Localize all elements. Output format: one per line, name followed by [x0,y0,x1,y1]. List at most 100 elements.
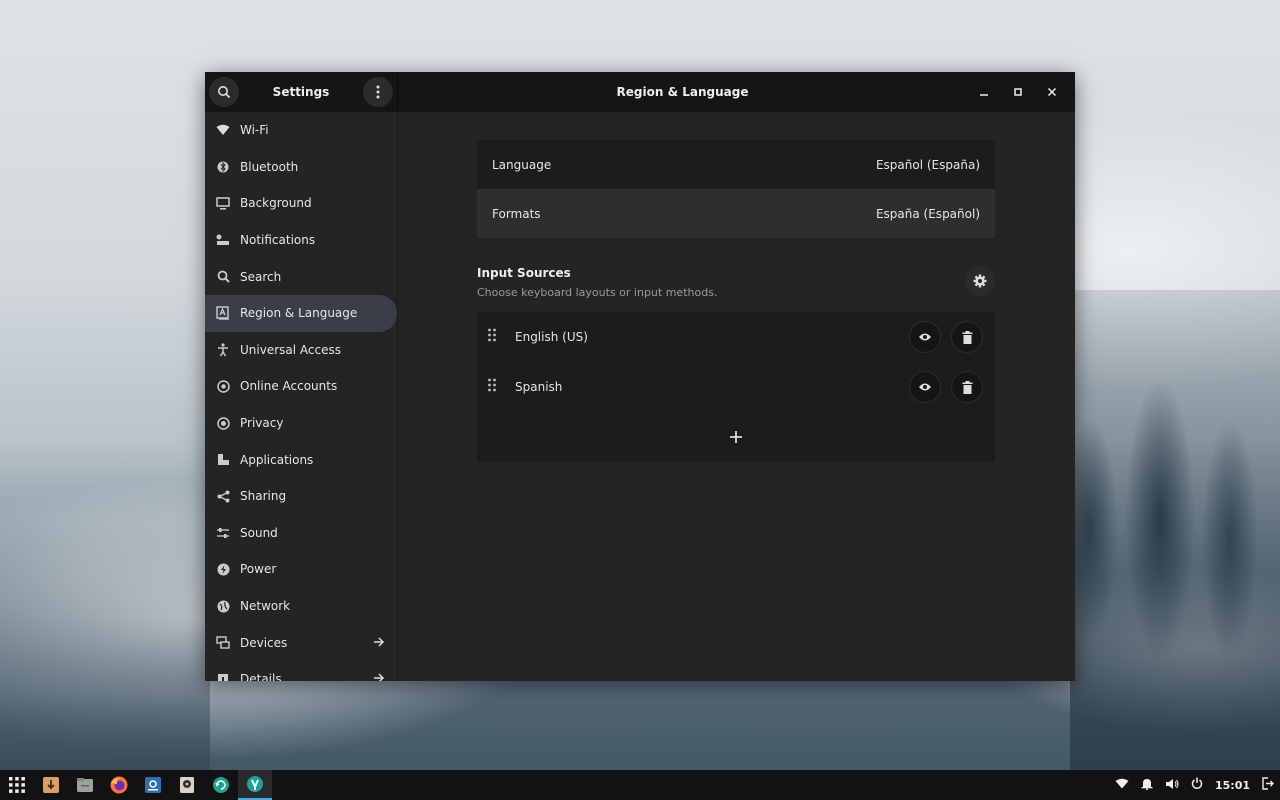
sidebar-item-details[interactable]: Details [205,661,397,681]
sharing-icon [215,488,231,504]
taskbar-app-disk[interactable] [170,770,204,800]
sidebar-item-notifications[interactable]: Notifications [205,222,397,259]
sidebar-item-background[interactable]: Background [205,185,397,222]
sidebar-item-label: Bluetooth [240,159,299,174]
arrow-right-icon [373,636,385,650]
sidebar-item-wifi[interactable]: Wi-Fi [205,112,397,149]
sidebar-item-sound[interactable]: Sound [205,515,397,552]
minimize-button[interactable] [967,77,1001,107]
sidebar-item-label: Details [240,672,282,681]
add-input-source-button[interactable] [477,412,995,462]
sidebar-item-devices[interactable]: Devices [205,624,397,661]
sidebar-item-label: Notifications [240,233,316,248]
online-accounts-icon [215,378,231,394]
sidebar-item-online-accounts[interactable]: Online Accounts [205,368,397,405]
trash-icon [962,330,972,344]
sidebar: Wi-Fi Bluetooth Background Notifications… [205,112,398,681]
taskbar-app-downloader[interactable] [34,770,68,800]
close-button[interactable] [1035,77,1069,107]
kebab-menu-icon [376,85,380,99]
preview-button[interactable] [909,371,941,403]
wallpaper-fog [0,520,210,770]
input-source-label: English (US) [515,330,588,344]
sidebar-item-power[interactable]: Power [205,551,397,588]
trash-icon [962,380,972,394]
language-row[interactable]: Language Español (España) [477,140,995,189]
accessibility-icon [215,342,231,358]
taskbar-app-update[interactable] [204,770,238,800]
sidebar-item-label: Search [240,269,282,284]
sidebar-item-sharing[interactable]: Sharing [205,478,397,515]
sidebar-item-label: Privacy [240,416,284,431]
sidebar-item-label: Wi-Fi [240,123,269,138]
window-controls [967,77,1069,107]
search-button[interactable] [209,77,239,107]
menu-button[interactable] [363,77,393,107]
power-icon [215,561,231,577]
search-icon [215,269,231,285]
taskbar-app-software[interactable] [136,770,170,800]
sidebar-item-label: Region & Language [240,306,358,321]
power-status-icon[interactable] [1191,777,1203,793]
sidebar-item-label: Background [240,196,312,211]
display-icon [215,195,231,211]
system-tray: 15:01 [1115,770,1280,800]
close-icon [1047,87,1057,97]
input-sources-title: Input Sources [477,266,571,280]
volume-icon[interactable] [1165,778,1179,793]
input-source-row[interactable]: Spanish [477,362,995,412]
sidebar-item-applications[interactable]: Applications [205,441,397,478]
sidebar-item-network[interactable]: Network [205,588,397,625]
gear-icon [973,274,987,288]
firefox-icon [110,776,128,794]
sidebar-item-label: Network [240,599,291,614]
taskbar-app-firefox[interactable] [102,770,136,800]
settings-icon [247,776,263,792]
input-source-row[interactable]: English (US) [477,312,995,362]
notifications-bell-icon[interactable] [1141,777,1153,793]
sidebar-item-bluetooth[interactable]: Bluetooth [205,149,397,186]
remove-button[interactable] [951,371,983,403]
region-card: Language Español (España) Formats España… [477,140,995,238]
sound-icon [215,525,231,541]
sidebar-header: Settings [205,72,398,112]
search-icon [218,86,231,99]
sidebar-item-label: Applications [240,452,314,467]
wallpaper-forest [1070,290,1280,770]
input-sources-options-button[interactable] [965,266,995,296]
input-source-label: Spanish [515,380,563,394]
sidebar-item-privacy[interactable]: Privacy [205,405,397,442]
maximize-button[interactable] [1001,77,1035,107]
remove-button[interactable] [951,321,983,353]
taskbar: 15:01 [0,770,1280,800]
drag-handle-icon[interactable] [487,378,499,396]
eye-icon [919,333,931,341]
sidebar-item-label: Power [240,562,277,577]
details-icon [215,671,231,681]
main-content: Language Español (España) Formats España… [399,112,1075,681]
sidebar-item-label: Sharing [240,489,287,504]
logout-icon[interactable] [1262,777,1274,793]
language-label: Language [492,157,552,172]
taskbar-app-files[interactable] [68,770,102,800]
bluetooth-icon [215,159,231,175]
region-icon [215,305,231,321]
sidebar-item-search[interactable]: Search [205,258,397,295]
devices-icon [215,635,231,651]
clock[interactable]: 15:01 [1215,779,1250,792]
sidebar-title: Settings [272,85,330,99]
drag-handle-icon[interactable] [487,328,499,346]
formats-row[interactable]: Formats España (Español) [477,189,995,238]
sidebar-item-label: Online Accounts [240,379,338,394]
settings-window: Settings Region & Language Wi-Fi Bluetoo… [205,72,1075,681]
sidebar-item-universal-access[interactable]: Universal Access [205,332,397,369]
app-grid-button[interactable] [0,770,34,800]
preview-button[interactable] [909,321,941,353]
sidebar-item-label: Sound [240,525,278,540]
taskbar-app-settings[interactable] [238,770,272,800]
input-source-actions [909,321,983,353]
wifi-status-icon[interactable] [1115,778,1129,792]
software-icon [145,777,161,793]
sidebar-item-region-language[interactable]: Region & Language [205,294,397,332]
update-icon [213,777,229,793]
